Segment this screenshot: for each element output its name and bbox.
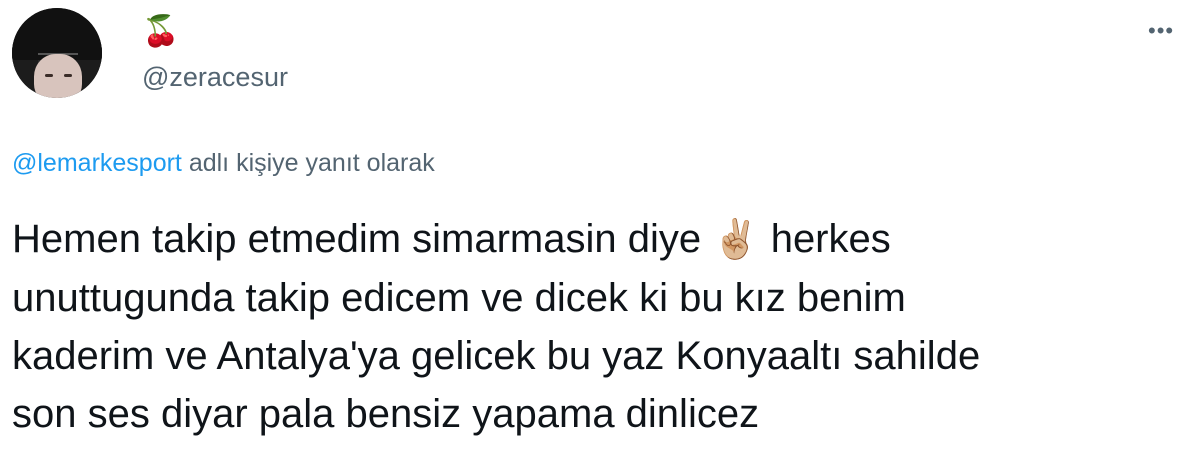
tweet-line: Hemen takip etmedim simarmasin diye ✌🏼 h… [12, 210, 1182, 269]
tweet-line: unuttugunda takip edicem ve dicek ki bu … [12, 276, 906, 320]
reply-mention-link[interactable]: @lemarkesport [12, 149, 182, 177]
reply-context-text: adlı kişiye yanıt olarak [181, 149, 435, 177]
avatar[interactable] [12, 8, 102, 98]
user-handle[interactable]: @zeracesur [142, 60, 288, 94]
victory-hand-icon: ✌🏼 [712, 219, 760, 261]
reply-context: @lemarkesport adlı kişiye yanıt olarak [12, 147, 435, 179]
display-name[interactable]: 🍒 [142, 14, 179, 50]
tweet-line: kaderim ve Antalya'ya gelicek bu yaz Kon… [12, 334, 981, 378]
avatar-eye-right [64, 74, 72, 77]
tweet-text: Hemen takip etmedim simarmasin diye ✌🏼 h… [12, 210, 1182, 443]
more-options-icon[interactable]: ••• [1148, 20, 1174, 42]
avatar-eye-left [45, 74, 53, 77]
tweet-line: son ses diyar pala bensiz yapama dinlice… [12, 392, 760, 436]
tweet-line-text: Hemen takip etmedim simarmasin diye [12, 217, 702, 261]
avatar-face [34, 54, 82, 98]
tweet-line-text: herkes [759, 217, 891, 261]
